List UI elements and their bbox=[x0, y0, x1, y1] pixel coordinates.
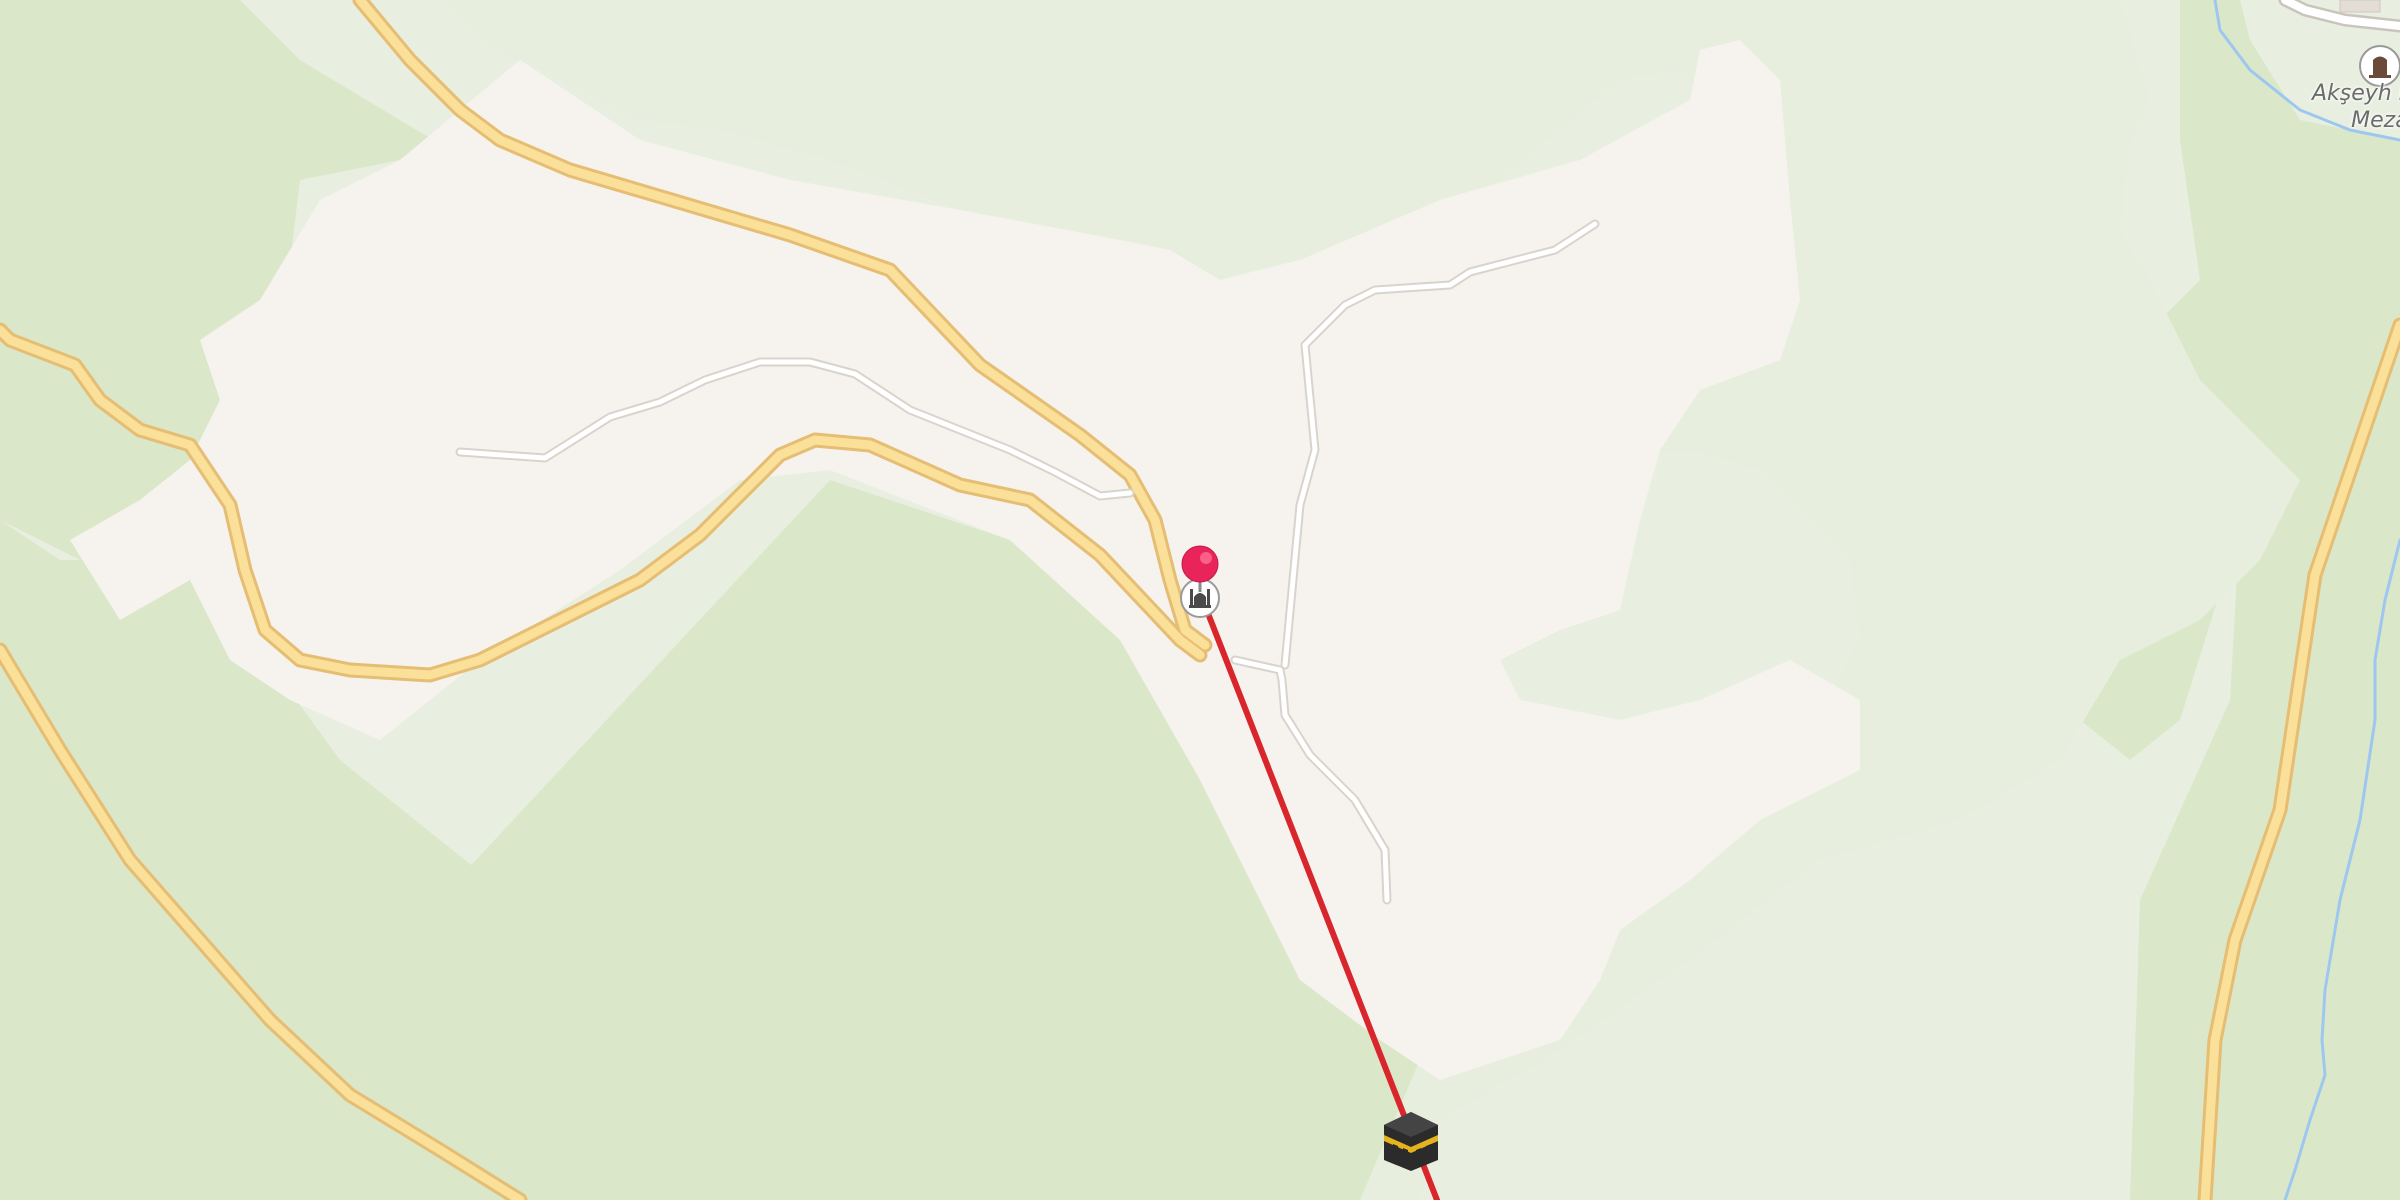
map-canvas[interactable] bbox=[0, 0, 2400, 1200]
poi-label-cemetery[interactable]: Akşeyh M Mezar bbox=[2312, 80, 2400, 134]
poi-label-line-1: Akşeyh M bbox=[2312, 81, 2400, 106]
poi-label-line-2: Mezar bbox=[2351, 108, 2400, 133]
